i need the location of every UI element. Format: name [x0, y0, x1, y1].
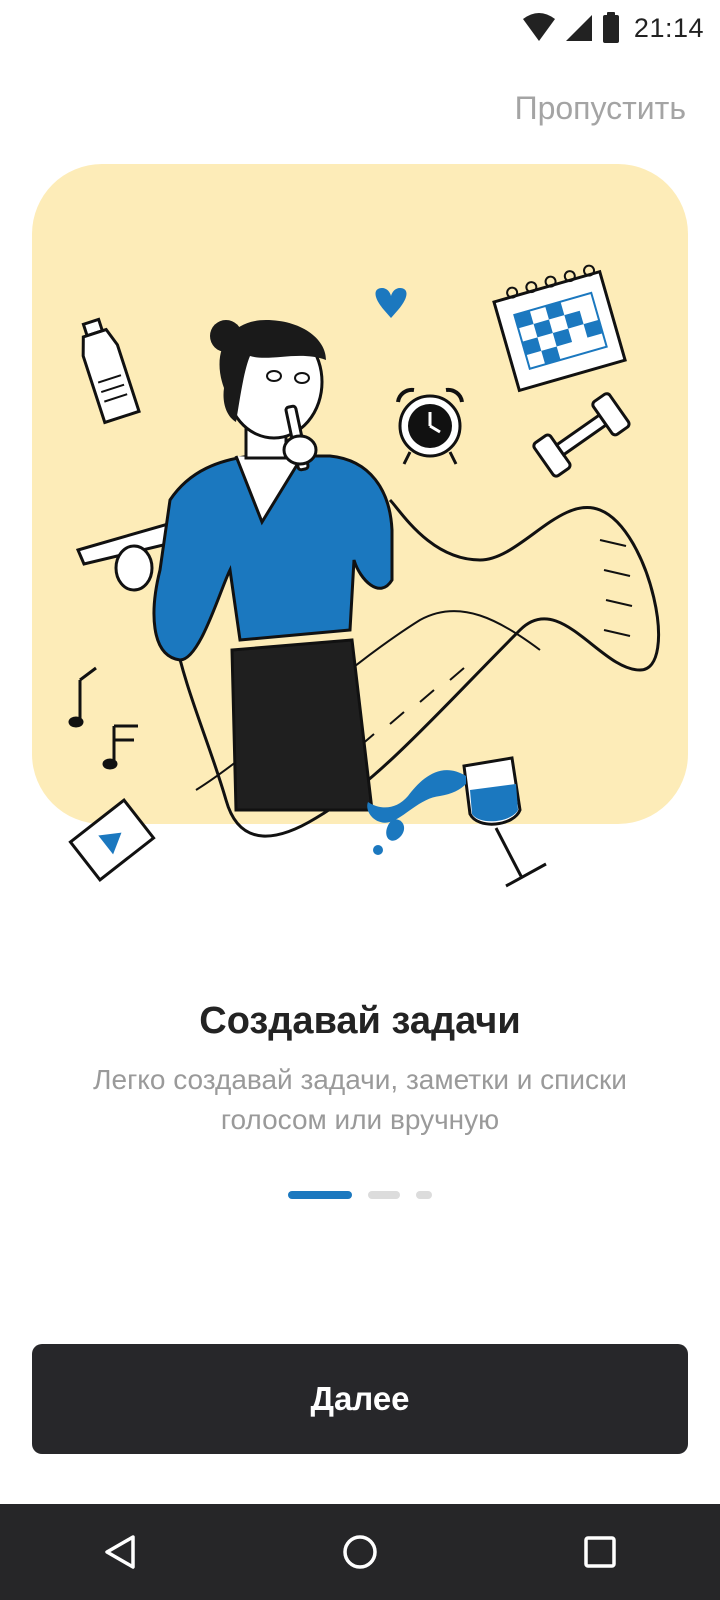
status-time: 21:14 [633, 12, 704, 43]
wifi-icon [522, 13, 555, 41]
back-icon [105, 1535, 135, 1569]
page-dot-3 [416, 1191, 432, 1199]
onboarding-subtitle: Легко создавай задачи, заметки и списки … [93, 1064, 627, 1135]
system-nav-bar [0, 1504, 720, 1600]
onboarding-title: Создавай задачи [199, 1000, 521, 1042]
nav-home-button[interactable] [320, 1512, 400, 1592]
page-dot-2 [368, 1191, 400, 1199]
nav-recents-button[interactable] [560, 1512, 640, 1592]
nav-back-button[interactable] [80, 1512, 160, 1592]
page-dot-1-active [288, 1191, 352, 1199]
recents-icon [584, 1536, 616, 1568]
status-icons: 21:14 [522, 12, 704, 44]
onboarding-illustration [32, 164, 688, 888]
next-button[interactable]: Далее [32, 1344, 688, 1454]
status-bar: 21:14 [0, 0, 720, 60]
home-icon [343, 1535, 377, 1569]
signal-icon [565, 15, 592, 41]
skip-button[interactable]: Пропустить [515, 90, 686, 127]
battery-icon [602, 12, 619, 43]
page-indicator [0, 1191, 720, 1199]
